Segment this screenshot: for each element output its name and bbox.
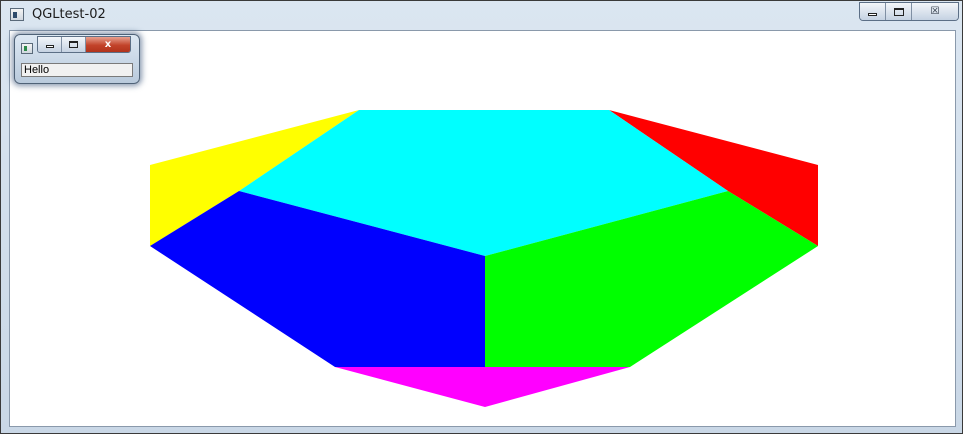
child-caption-buttons: x [37, 36, 131, 53]
minimize-icon [868, 12, 877, 16]
maximize-button[interactable] [886, 3, 912, 20]
child-window[interactable]: x Hello [14, 34, 140, 84]
maximize-icon [69, 41, 78, 48]
hello-text-field[interactable]: Hello [21, 63, 133, 77]
octagonal-prism-render [150, 110, 818, 407]
app-window-icon[interactable] [10, 8, 24, 21]
close-icon: ☒ [930, 6, 940, 17]
prism-face-bottom [335, 367, 630, 407]
window-title: QGLtest-02 [32, 7, 106, 22]
minimize-button[interactable] [860, 3, 886, 20]
close-button[interactable]: ☒ [912, 3, 958, 20]
minimize-icon [45, 45, 54, 48]
title-bar[interactable]: QGLtest-02 ☒ [1, 1, 962, 30]
child-close-button[interactable]: x [86, 37, 130, 52]
main-window: QGLtest-02 ☒ [0, 0, 963, 434]
maximize-icon [893, 7, 904, 16]
caption-buttons: ☒ [859, 2, 959, 21]
child-maximize-button[interactable] [62, 37, 86, 52]
child-window-icon[interactable] [21, 43, 33, 54]
close-icon: x [104, 39, 112, 50]
opengl-viewport[interactable] [9, 30, 956, 427]
child-minimize-button[interactable] [38, 37, 62, 52]
